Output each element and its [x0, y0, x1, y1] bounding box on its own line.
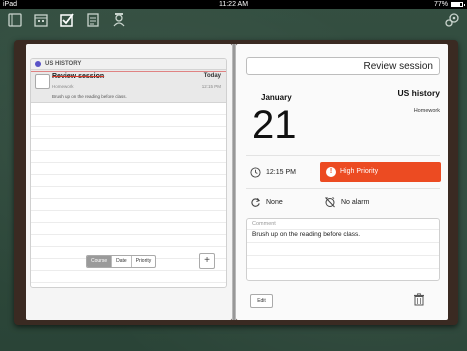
task-list: US HISTORY Review session Today Homework…: [30, 58, 227, 288]
divider: [246, 155, 440, 156]
battery-icon: [451, 2, 465, 7]
checklist-icon[interactable]: [59, 12, 75, 28]
alarm-off-icon: [325, 197, 335, 208]
due-time[interactable]: 12:15 PM: [266, 169, 296, 176]
clock-icon: [250, 167, 261, 178]
comment-text: Brush up on the reading before class.: [252, 231, 361, 238]
completed-strike-bar: [31, 71, 226, 72]
ruled-line: [31, 151, 226, 163]
ruled-line: [31, 283, 226, 287]
priority-label: High Priority: [340, 168, 379, 175]
ruled-line: [31, 271, 226, 283]
calendar-icon[interactable]: [33, 12, 49, 28]
battery-fill: [452, 3, 460, 6]
comment-rule: [247, 242, 439, 243]
ruled-line: [31, 175, 226, 187]
sort-date-button[interactable]: Date: [112, 256, 132, 267]
course-header-label: US HISTORY: [45, 61, 82, 67]
ruled-line: [31, 139, 226, 151]
ruled-line: [31, 223, 226, 235]
exclamation-icon: !: [326, 167, 336, 177]
ruled-line: [31, 163, 226, 175]
sort-priority-button[interactable]: Priority: [132, 256, 156, 267]
task-title-field[interactable]: Review session: [246, 57, 440, 75]
task-time: 12:15 PM: [201, 84, 221, 89]
priority-button[interactable]: ! High Priority: [320, 162, 441, 182]
settings-icon[interactable]: [444, 12, 460, 28]
clock-label: 11:22 AM: [218, 1, 249, 8]
course-name[interactable]: US history: [390, 88, 440, 98]
comment-rule: [247, 268, 439, 269]
comment-label: Comment: [252, 221, 276, 227]
comment-rule: [247, 229, 439, 230]
task-title: Review session: [52, 73, 105, 80]
notebook-icon[interactable]: [7, 12, 23, 28]
app-toolbar: [0, 9, 467, 31]
task-row[interactable]: Review session Today Homework 12:15 PM B…: [31, 70, 226, 103]
sort-course-button[interactable]: Course: [87, 256, 113, 267]
comment-box[interactable]: Comment Brush up on the reading before c…: [246, 218, 440, 281]
comment-rule: [247, 255, 439, 256]
trash-icon[interactable]: [413, 293, 425, 306]
due-day: 21: [252, 103, 297, 147]
status-bar: iPad 11:22 AM 77%: [0, 0, 467, 9]
ruled-line: [31, 187, 226, 199]
sort-segmented-control: Course Date Priority: [86, 255, 157, 268]
teacher-icon[interactable]: [111, 12, 127, 28]
course-header: US HISTORY: [31, 59, 226, 70]
edit-button[interactable]: Edit: [250, 294, 273, 308]
task-category: Homework: [52, 84, 74, 89]
task-note: Brush up on the reading before class.: [52, 94, 127, 99]
ruled-line: [31, 127, 226, 139]
repeat-value[interactable]: None: [266, 199, 283, 206]
ruled-line: [31, 115, 226, 127]
ruled-line: [31, 211, 226, 223]
add-task-button[interactable]: +: [199, 253, 215, 269]
ruled-line: [31, 199, 226, 211]
course-color-dot: [35, 61, 41, 67]
task-due-day: Today: [203, 73, 221, 79]
battery-percent: 77%: [433, 1, 448, 8]
divider: [246, 188, 440, 189]
alarm-value[interactable]: No alarm: [341, 199, 369, 206]
notes-icon[interactable]: [85, 12, 101, 28]
task-checkbox[interactable]: [35, 74, 50, 89]
repeat-icon: [251, 198, 261, 207]
battery-status: 77%: [433, 0, 465, 9]
due-month: January: [261, 93, 292, 102]
ruled-line: [31, 103, 226, 115]
category-name[interactable]: Homework: [390, 108, 440, 114]
ruled-line: [31, 235, 226, 247]
